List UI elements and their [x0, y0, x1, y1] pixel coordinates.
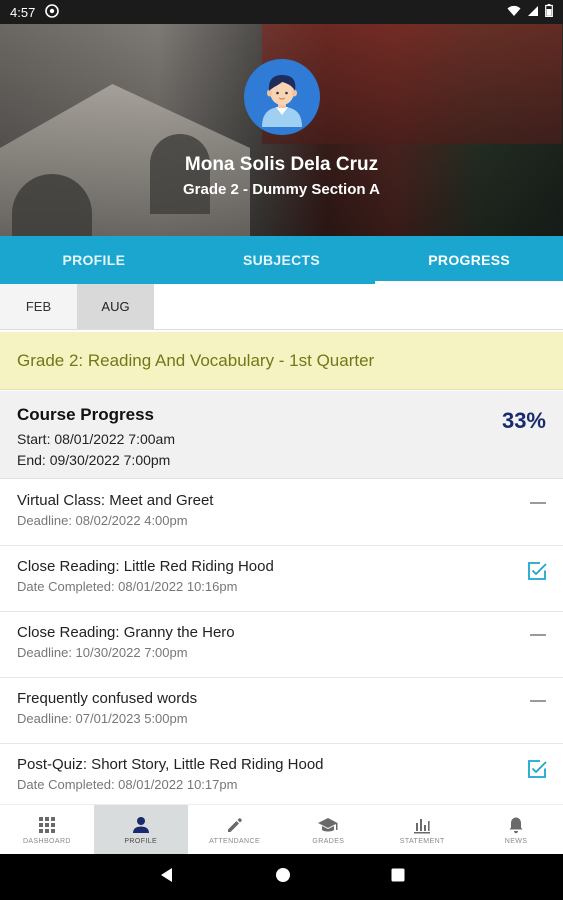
graduation-cap-icon [318, 815, 338, 835]
list-item[interactable]: Close Reading: Little Red Riding Hood Da… [0, 546, 563, 612]
subject-title: Grade 2: Reading And Vocabulary - 1st Qu… [0, 332, 563, 390]
activity-title: Close Reading: Little Red Riding Hood [17, 558, 274, 575]
grid-icon [37, 815, 57, 835]
nav-profile-label: PROFILE [124, 837, 158, 845]
nav-grades-label: GRADES [312, 837, 345, 845]
avatar-person-icon [262, 75, 302, 127]
pending-dash-icon [530, 634, 546, 636]
pencil-icon [225, 815, 245, 835]
person-icon [131, 815, 151, 835]
list-item[interactable]: Frequently confused words Deadline: 07/0… [0, 678, 563, 744]
home-icon[interactable] [275, 867, 291, 888]
nav-attendance[interactable]: ATTENDANCE [188, 805, 282, 854]
tab-subjects[interactable]: SUBJECTS [188, 236, 376, 284]
activity-title: Post-Quiz: Short Story, Little Red Ridin… [17, 756, 324, 773]
list-item[interactable]: Close Reading: Granny the Hero Deadline:… [0, 612, 563, 678]
nav-profile[interactable]: PROFILE [93, 805, 188, 854]
nav-news[interactable]: NEWS [469, 805, 563, 854]
wifi-icon [507, 5, 521, 20]
pending-dash-icon [530, 502, 546, 504]
activity-completed-date: Date Completed: 08/01/2022 10:16pm [17, 579, 238, 594]
activity-list[interactable]: Virtual Class: Meet and Greet Deadline: … [0, 480, 563, 804]
checkbox-checked-icon [528, 562, 547, 580]
nav-dashboard-label: DASHBOARD [22, 837, 71, 845]
signal-icon [527, 5, 539, 20]
list-item[interactable]: Virtual Class: Meet and Greet Deadline: … [0, 480, 563, 546]
tab-progress[interactable]: PROGRESS [375, 236, 563, 284]
status-time: 4:57 [10, 4, 36, 20]
notification-icon [45, 3, 60, 21]
course-progress-card: Course Progress Start: 08/01/2022 7:00am… [0, 391, 563, 479]
status-bar: 4:57 [0, 0, 563, 24]
avatar[interactable] [244, 59, 320, 135]
activity-title: Frequently confused words [17, 690, 198, 707]
list-item[interactable]: Post-Quiz: Short Story, Little Red Ridin… [0, 744, 563, 804]
system-navigation-bar [0, 854, 563, 900]
nav-news-label: NEWS [504, 837, 528, 845]
checkbox-checked-icon [528, 760, 547, 778]
profile-header: Mona Solis Dela Cruz Grade 2 - Dummy Sec… [0, 24, 563, 236]
nav-dashboard[interactable]: DASHBOARD [0, 805, 94, 854]
nav-statement[interactable]: STATEMENT [375, 805, 469, 854]
month-tabs: FEB AUG [0, 284, 563, 330]
bell-icon [506, 815, 526, 835]
profile-tabs: PROFILE SUBJECTS PROGRESS [0, 236, 563, 284]
month-tab-feb[interactable]: FEB [0, 284, 77, 329]
pending-dash-icon [530, 700, 546, 702]
bottom-navigation: DASHBOARD PROFILE ATTENDANCE GRADES STAT… [0, 804, 563, 854]
student-section: Grade 2 - Dummy Section A [183, 181, 380, 198]
tab-profile[interactable]: PROFILE [0, 236, 188, 284]
activity-completed-date: Date Completed: 08/01/2022 10:17pm [17, 777, 238, 792]
activity-deadline: Deadline: 08/02/2022 4:00pm [17, 513, 188, 528]
student-name: Mona Solis Dela Cruz [184, 154, 379, 175]
nav-grades[interactable]: GRADES [281, 805, 375, 854]
nav-statement-label: STATEMENT [399, 837, 445, 845]
course-progress-title: Course Progress [17, 405, 154, 424]
bar-chart-icon [412, 815, 432, 835]
course-progress-percent: 33% [501, 408, 546, 433]
battery-icon [545, 4, 553, 20]
course-start-date: Start: 08/01/2022 7:00am [17, 431, 175, 447]
activity-title: Close Reading: Granny the Hero [17, 624, 235, 641]
back-icon[interactable] [159, 867, 175, 888]
activity-deadline: Deadline: 10/30/2022 7:00pm [17, 645, 188, 660]
nav-attendance-label: ATTENDANCE [209, 837, 261, 845]
month-tab-aug[interactable]: AUG [77, 284, 154, 329]
activity-deadline: Deadline: 07/01/2023 5:00pm [17, 711, 188, 726]
recents-icon[interactable] [391, 868, 405, 887]
activity-title: Virtual Class: Meet and Greet [17, 492, 214, 509]
course-end-date: End: 09/30/2022 7:00pm [17, 452, 171, 468]
